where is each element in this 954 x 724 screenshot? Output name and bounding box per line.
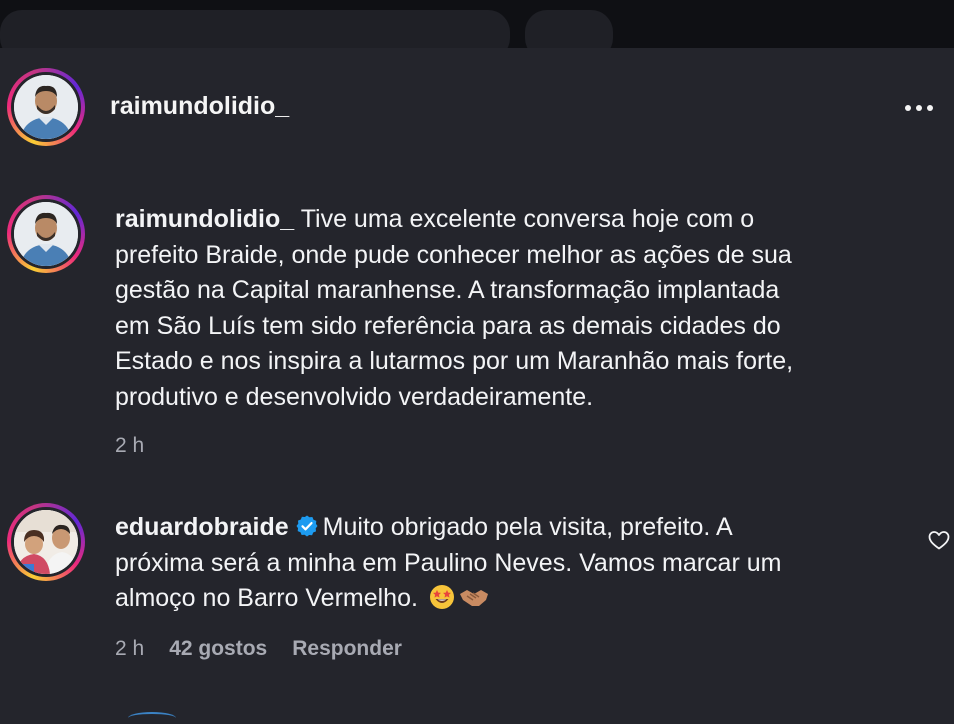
dot xyxy=(927,105,933,111)
reply-text: eduardobraide Muito obrigado pela visita… xyxy=(115,510,915,617)
star-struck-emoji xyxy=(429,585,454,609)
dot xyxy=(916,105,922,111)
more-horizontal-icon xyxy=(905,105,911,111)
person-with-child-photo-icon xyxy=(14,510,78,574)
reply-author-username[interactable]: eduardobraide xyxy=(115,513,289,541)
person-photo-icon xyxy=(14,202,78,266)
reply-line: eduardobraide Muito obrigado pela visita… xyxy=(115,510,915,546)
reply-line-text: Muito obrigado pela visita, prefeito. A xyxy=(322,513,733,541)
reply-meta: 2 h 42 gostos Responder xyxy=(115,637,402,661)
next-comment-avatar-edge xyxy=(128,712,176,724)
more-options-button[interactable] xyxy=(905,96,945,120)
caption-line-text: gestão na Capital maranhense. A transfor… xyxy=(115,276,780,304)
reply-button[interactable]: Responder xyxy=(292,637,402,661)
reply-likes-count[interactable]: 42 gostos xyxy=(169,637,267,661)
reply-line-text: almoço no Barro Vermelho. xyxy=(115,584,418,612)
caption-line-text: produtivo e desenvolvido verdadeiramente… xyxy=(115,382,594,411)
reply-author-avatar[interactable] xyxy=(7,503,85,581)
reply-timestamp[interactable]: 2 h xyxy=(115,637,144,661)
caption-timestamp[interactable]: 2 h xyxy=(115,434,144,458)
caption-line-text: prefeito Braide, onde pude conhecer melh… xyxy=(115,240,792,269)
top-bar xyxy=(0,0,954,60)
handshake-emoji xyxy=(459,590,488,606)
caption-meta: 2 h xyxy=(115,434,144,458)
caption-line-text: Estado e nos inspira a lutarmos por um M… xyxy=(115,347,794,375)
caption-line: raimundolidio_ Tive uma excelente conver… xyxy=(115,202,793,238)
author-avatar[interactable] xyxy=(7,68,85,146)
verified-badge-icon xyxy=(296,515,318,537)
post-author-username[interactable]: raimundolidio_ xyxy=(110,92,289,121)
caption-line-text: Tive uma excelente conversa hoje com o xyxy=(300,205,755,233)
caption-line-text: em São Luís tem sido referência para as … xyxy=(115,311,781,340)
person-photo-icon xyxy=(14,75,78,139)
caption-author-username[interactable]: raimundolidio_ xyxy=(115,205,294,233)
caption-text: raimundolidio_ Tive uma excelente conver… xyxy=(115,202,793,415)
reply-line-text: próxima será a minha em Paulino Neves. V… xyxy=(115,548,782,577)
caption-author-avatar[interactable] xyxy=(7,195,85,273)
reply-line: almoço no Barro Vermelho. xyxy=(115,581,915,617)
heart-outline-icon[interactable] xyxy=(927,528,951,552)
